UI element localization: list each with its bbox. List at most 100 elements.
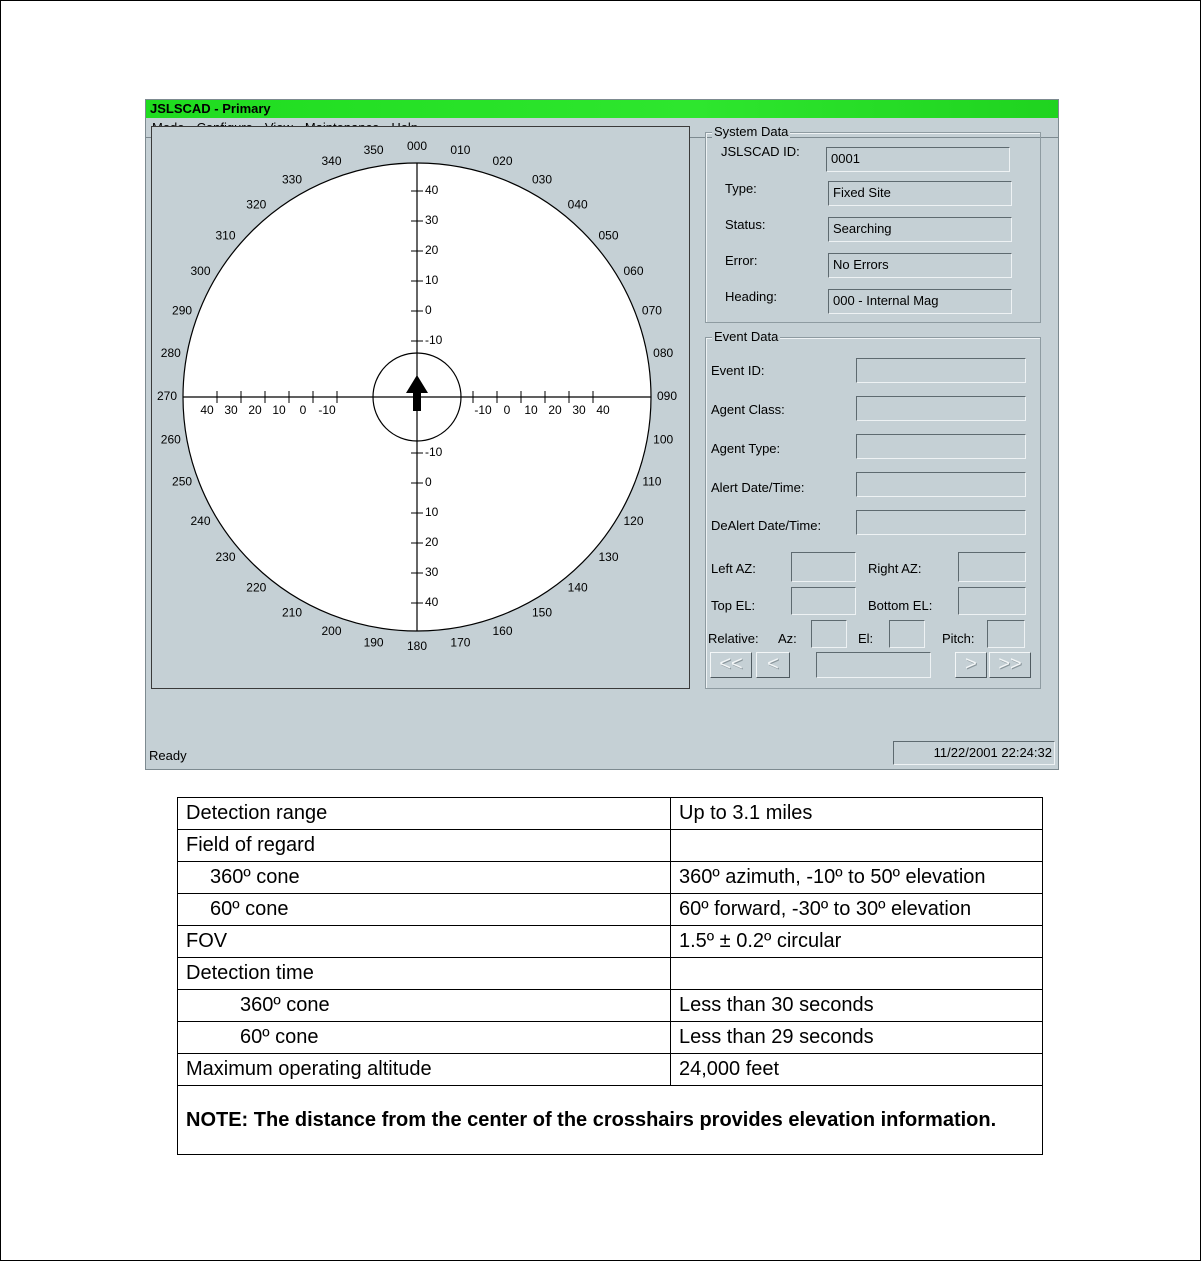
row-label: 60º cone	[177, 1021, 671, 1054]
agent-class-field	[856, 396, 1026, 421]
bearing-label-150: 150	[532, 606, 552, 620]
right-az-field	[958, 552, 1026, 582]
row-label: Detection time	[177, 957, 671, 990]
left-az-field	[791, 552, 856, 582]
horizontal-scale-label: 30	[224, 403, 238, 417]
bearing-label-190: 190	[364, 635, 384, 649]
vertical-scale-label: -10	[425, 445, 443, 459]
bearing-label-270: 270	[157, 389, 177, 403]
status-text: Ready	[149, 748, 187, 763]
row-label: FOV	[177, 925, 671, 958]
last-event-button[interactable]: >>	[989, 652, 1031, 678]
row-value: 1.5º ± 0.2º circular	[670, 925, 1043, 958]
row-label: Maximum operating altitude	[177, 1053, 671, 1086]
heading-field: 000 - Internal Mag	[828, 289, 1012, 314]
row-value	[670, 829, 1043, 862]
horizontal-scale-label: 0	[300, 403, 307, 417]
horizontal-scale-label: -10	[318, 403, 336, 417]
vertical-scale-label: 0	[425, 303, 432, 317]
table-row: NOTE: The distance from the center of th…	[177, 1085, 1043, 1155]
relative-az-field	[811, 620, 847, 648]
row-value: 60º forward, -30º to 30º elevation	[670, 893, 1043, 926]
horizontal-scale-label: 20	[248, 403, 262, 417]
bearing-label-100: 100	[653, 433, 673, 447]
row-label: 60º cone	[177, 893, 671, 926]
agent-type-label: Agent Type:	[711, 441, 781, 456]
bearing-label-140: 140	[568, 581, 588, 595]
vertical-scale-label: 10	[425, 273, 439, 287]
compass-display[interactable]: 000 010 020 030 040 050 060 070 080 090 100 110 120 1…	[151, 126, 690, 689]
bearing-label-060: 060	[623, 264, 643, 278]
alert-datetime-label: Alert Date/Time:	[711, 480, 805, 495]
bearing-label-210: 210	[282, 606, 302, 620]
top-el-field	[791, 587, 856, 615]
relative-label: Relative:	[708, 631, 759, 646]
bearing-label-220: 220	[246, 581, 266, 595]
status-timestamp: 11/22/2001 22:24:32	[893, 741, 1055, 765]
status-field: Searching	[828, 217, 1012, 242]
bearing-label-290: 290	[172, 304, 192, 318]
table-row: 60º cone Less than 29 seconds	[177, 1021, 1043, 1054]
table-row: Detection range Up to 3.1 miles	[177, 797, 1043, 830]
bearing-label-020: 020	[492, 154, 512, 168]
bearing-label-030: 030	[532, 173, 552, 187]
relative-az-label: Az:	[778, 631, 797, 646]
bearing-label-090: 090	[657, 389, 677, 403]
bearing-label-040: 040	[568, 198, 588, 212]
bearing-label-250: 250	[172, 475, 192, 489]
window-title[interactable]: JSLSCAD - Primary	[146, 100, 1058, 118]
system-data-group: System Data JSLSCAD ID: 0001 Type: Fixed…	[705, 124, 1041, 323]
bearing-label-200: 200	[321, 624, 341, 638]
horizontal-scale-label: 10	[272, 403, 286, 417]
bearing-label-070: 070	[642, 304, 662, 318]
bearing-label-300: 300	[190, 264, 210, 278]
alert-datetime-field	[856, 472, 1026, 497]
table-row: 60º cone 60º forward, -30º to 30º elevat…	[177, 893, 1043, 926]
row-label: 360º cone	[177, 989, 671, 1022]
vertical-scale-label: 40	[425, 183, 439, 197]
row-label: 360º cone	[177, 861, 671, 894]
bearing-label-180: 180	[407, 639, 427, 653]
prev-event-button[interactable]: <	[756, 652, 790, 678]
horizontal-scale-label: 30	[572, 403, 586, 417]
left-az-label: Left AZ:	[711, 561, 756, 576]
bearing-label-260: 260	[161, 433, 181, 447]
next-event-button[interactable]: >	[955, 652, 987, 678]
horizontal-scale-label: 40	[200, 403, 214, 417]
agent-class-label: Agent Class:	[711, 402, 785, 417]
row-value: 360º azimuth, -10º to 50º elevation	[670, 861, 1043, 894]
agent-type-field	[856, 434, 1026, 459]
relative-el-field	[889, 620, 925, 648]
dealert-datetime-field	[856, 510, 1026, 535]
row-label: Detection range	[177, 797, 671, 830]
table-row: 360º cone Less than 30 seconds	[177, 989, 1043, 1022]
first-event-button[interactable]: <<	[710, 652, 752, 678]
bearing-label-310: 310	[215, 228, 235, 242]
compass-svg: 000 0100200300400500600700800901001101201…	[157, 139, 677, 653]
bearing-label-350: 350	[364, 143, 384, 157]
table-row: FOV 1.5º ± 0.2º circular	[177, 925, 1043, 958]
event-id-field	[856, 358, 1026, 383]
event-data-title: Event Data	[712, 329, 781, 345]
row-value	[670, 957, 1043, 990]
system-data-title: System Data	[712, 124, 791, 140]
row-value: Less than 30 seconds	[670, 989, 1043, 1022]
vertical-scale-label: 20	[425, 535, 439, 549]
error-field: No Errors	[828, 253, 1012, 278]
event-id-label: Event ID:	[711, 363, 765, 378]
vertical-scale-label: 20	[425, 243, 439, 257]
vertical-scale-label: 10	[425, 505, 439, 519]
status-label: Status:	[725, 217, 766, 232]
top-el-label: Top EL:	[711, 598, 756, 613]
horizontal-scale-label: 20	[548, 403, 562, 417]
vertical-scale-label: -10	[425, 333, 443, 347]
bearing-label-340: 340	[321, 154, 341, 168]
bearing-label-130: 130	[598, 550, 618, 564]
pitch-label: Pitch:	[942, 631, 975, 646]
vertical-scale-label: 30	[425, 565, 439, 579]
row-value: Less than 29 seconds	[670, 1021, 1043, 1054]
event-index-field	[816, 652, 931, 678]
vertical-scale-label: 40	[425, 595, 439, 609]
horizontal-scale-label: 0	[504, 403, 511, 417]
jslscad-id-label: JSLSCAD ID:	[721, 144, 800, 159]
